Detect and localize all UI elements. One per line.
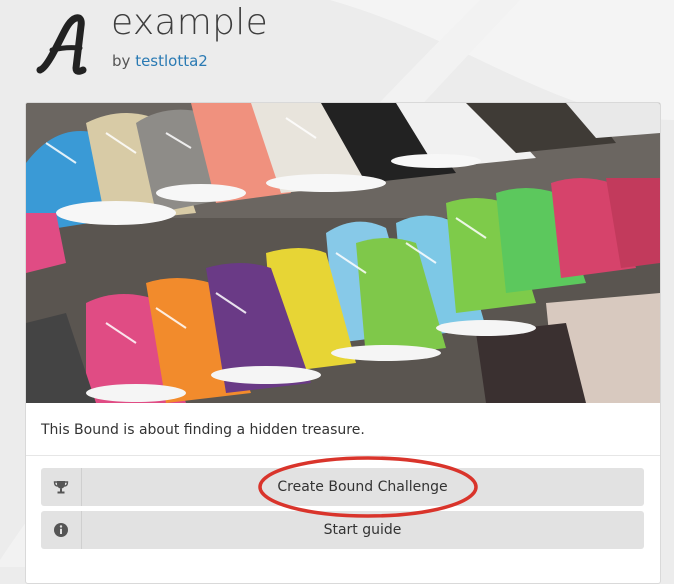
info-icon [41, 511, 82, 549]
create-bound-challenge-label: Create Bound Challenge [277, 479, 448, 495]
bound-header: example by testlotta2 [0, 0, 674, 95]
author-link[interactable]: testlotta2 [135, 52, 208, 70]
divider [26, 455, 660, 456]
bound-description: This Bound is about finding a hidden tre… [41, 422, 365, 438]
bound-card: This Bound is about finding a hidden tre… [25, 102, 661, 584]
byline: by testlotta2 [112, 52, 208, 70]
create-bound-challenge-button[interactable]: Create Bound Challenge [41, 468, 644, 506]
hero-image [26, 103, 660, 403]
logo-a-icon [36, 14, 87, 75]
page-title: example [111, 2, 269, 43]
start-guide-label: Start guide [323, 522, 402, 538]
start-guide-button[interactable]: Start guide [41, 511, 644, 549]
trophy-icon [41, 468, 82, 506]
byline-prefix: by [112, 52, 131, 70]
